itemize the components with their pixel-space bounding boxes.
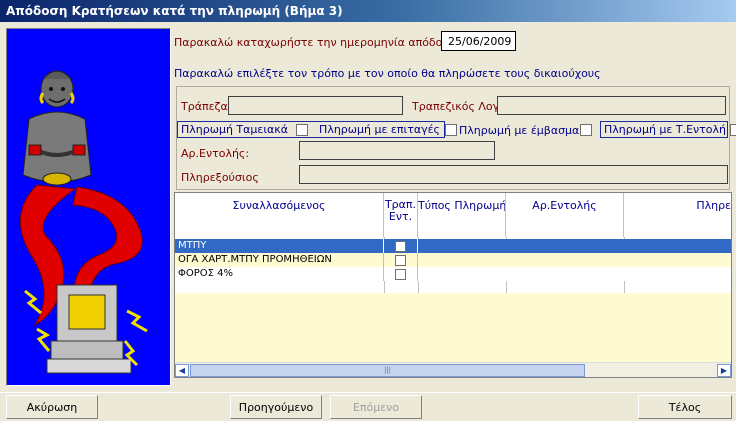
column-header[interactable]: Τραπ. Εντ. (384, 193, 418, 237)
column-header[interactable]: Πληρε (624, 193, 731, 237)
cancel-button[interactable]: Ακύρωση (6, 395, 98, 419)
payer-field[interactable] (299, 165, 728, 184)
order-no-field[interactable] (299, 141, 495, 160)
pay-deposit-checkbox[interactable] (580, 124, 592, 136)
payee-name: ΟΓΑ ΧΑΡΤ.ΜΤΠΥ ΠΡΟΜΗΘΕΙΩΝ (175, 253, 384, 267)
scroll-left-icon[interactable]: ◀ (175, 364, 189, 377)
pay-cheque-checkbox[interactable] (445, 124, 458, 136)
scroll-right-icon[interactable]: ▶ (717, 364, 731, 377)
table-row[interactable]: ΟΓΑ ΧΑΡΤ.ΜΤΠΥ ΠΡΟΜΗΘΕΙΩΝ (175, 253, 731, 267)
pay-order-label: Πληρωμή με Τ.Εντολή (604, 123, 726, 136)
bank-order-checkbox[interactable] (395, 255, 406, 266)
pay-cash-checkbox[interactable] (295, 124, 308, 136)
pay-cash-label: Πληρωμή Ταμειακά (181, 123, 289, 136)
order-no-label: Αρ.Εντολής: (181, 147, 250, 160)
date-field[interactable]: 25/06/2009 (441, 31, 516, 51)
payee-name: ΦΟΡΟΣ 4% (175, 267, 384, 281)
next-button[interactable]: Επόμενο (330, 395, 422, 419)
window-title: Απόδοση Κρατήσεων κατά την πληρωμή (Βήμα… (0, 0, 736, 22)
bank-account-label: Τραπεζικός Λογ. (412, 100, 503, 113)
finish-button[interactable]: Τέλος (638, 395, 732, 419)
payment-method-group: Τράπεζα Τραπεζικός Λογ. Πληρωμή Ταμειακά… (176, 86, 736, 190)
horizontal-scrollbar[interactable]: ◀ ||| ▶ (175, 362, 731, 377)
main-panel: Παρακαλώ καταχωρήστε την ημερομηνία απόδ… (172, 28, 736, 386)
scroll-thumb[interactable]: ||| (190, 364, 585, 377)
payee-name: ΜΤΠΥ (175, 239, 384, 253)
button-bar: Ακύρωση Προηγούμενο Επόμενο Τέλος (0, 392, 736, 421)
bank-field[interactable] (228, 96, 403, 115)
payees-grid[interactable]: Συναλλασόμενος Τραπ. Εντ. Τύπος Πληρωμής… (174, 192, 732, 378)
pay-order-checkbox[interactable] (729, 124, 736, 136)
bank-order-checkbox[interactable] (395, 241, 406, 252)
bank-account-field[interactable] (497, 96, 726, 115)
column-header[interactable]: Τύπος Πληρωμής (418, 193, 506, 237)
pay-deposit-label: Πληρωμή με έμβασμα (459, 124, 580, 137)
pay-cheque-label: Πληρωμή με επιταγές (319, 123, 440, 136)
bank-label: Τράπεζα (181, 100, 228, 113)
column-header[interactable]: Συναλλασόμενος (175, 193, 384, 237)
method-prompt-label: Παρακαλώ επιλέξτε τον τρόπο με τον οποίο… (174, 67, 601, 80)
date-prompt-label: Παρακαλώ καταχωρήστε την ημερομηνία απόδ… (174, 36, 467, 49)
bank-order-checkbox[interactable] (395, 269, 406, 280)
previous-button[interactable]: Προηγούμενο (230, 395, 322, 419)
genie-wizard-illustration (6, 28, 171, 386)
pay-order-box: Πληρωμή με Τ.Εντολή (600, 121, 736, 138)
table-row[interactable]: ΦΟΡΟΣ 4% (175, 267, 731, 281)
column-header[interactable]: Αρ.Εντολής (506, 193, 624, 237)
table-row[interactable]: ΜΤΠΥ (175, 239, 731, 253)
payer-label: Πληρεξούσιος (181, 171, 259, 184)
pay-cash-cheque-box: Πληρωμή Ταμειακά Πληρωμή με επιταγές (177, 121, 458, 138)
